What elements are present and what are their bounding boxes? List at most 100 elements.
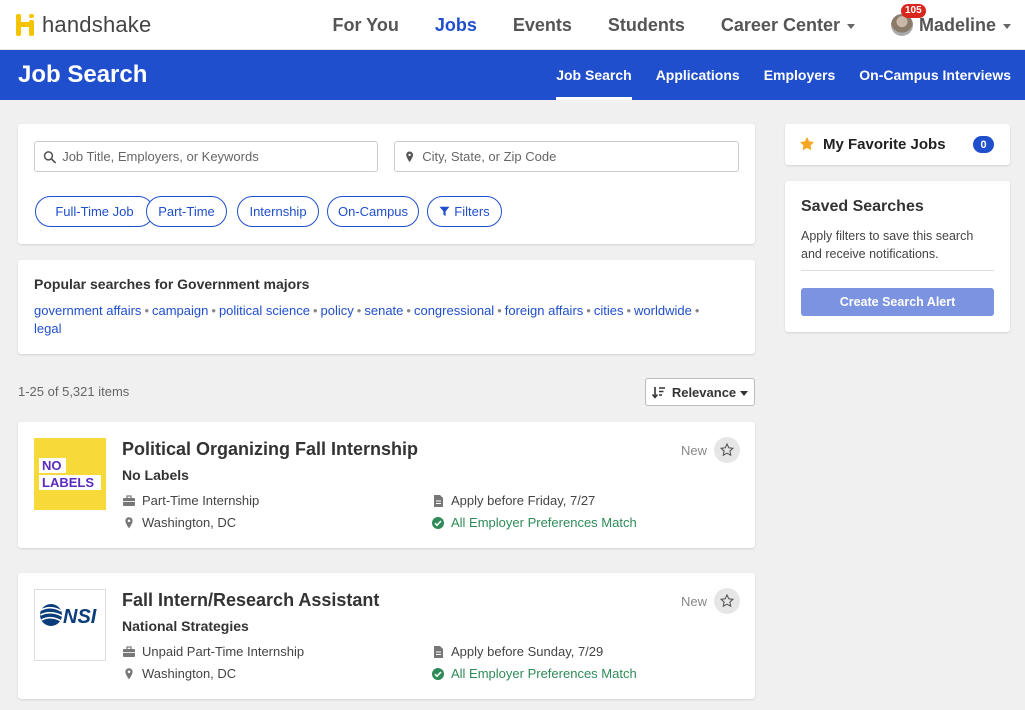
favorite-button[interactable] <box>714 588 740 614</box>
handshake-logo[interactable]: handshake <box>16 12 151 38</box>
check-circle-icon <box>432 516 444 529</box>
document-icon <box>434 645 443 658</box>
user-name: Madeline <box>918 14 996 35</box>
saved-searches-description: Apply filters to save this search and re… <box>801 229 974 261</box>
job-type: Part-Time Internship <box>122 493 259 508</box>
nav-for-you[interactable]: For You <box>333 15 399 36</box>
sort-dropdown[interactable]: Relevance <box>645 378 755 406</box>
job-type-text: Unpaid Part-Time Internship <box>142 644 305 659</box>
nav-jobs[interactable]: Jobs <box>435 15 477 36</box>
popular-search-link[interactable]: campaign <box>152 303 208 318</box>
tab-on-campus-interviews[interactable]: On-Campus Interviews <box>859 50 1011 100</box>
avatar: 105 <box>890 4 926 36</box>
briefcase-icon <box>123 645 135 657</box>
notification-badge[interactable]: 105 <box>900 4 926 18</box>
popular-search-link[interactable]: cities <box>594 303 624 318</box>
keywords-input[interactable] <box>62 149 377 164</box>
job-deadline-text: Apply before Sunday, 7/29 <box>451 644 604 659</box>
favorite-button[interactable] <box>714 437 740 463</box>
location-field[interactable] <box>394 141 739 172</box>
job-card[interactable]: NO LABELS Political Organizing Fall Inte… <box>18 422 755 548</box>
no-labels-logo-icon: NO LABELS <box>39 458 101 490</box>
job-card[interactable]: NSI Fall Intern/Research Assistant Natio… <box>18 573 755 699</box>
nav-career-center[interactable]: Career Center <box>721 15 855 36</box>
employer-logo-no-labels[interactable]: NO LABELS <box>34 438 106 510</box>
brand-name: handshake <box>42 12 152 37</box>
filter-internship[interactable]: Internship <box>237 196 319 227</box>
filter-full-time-job[interactable]: Full-Time Job <box>35 196 154 227</box>
document-icon <box>434 494 443 507</box>
user-menu[interactable]: 105 Madeline <box>890 4 1011 36</box>
job-match-text: All Employer Preferences Match <box>451 666 637 681</box>
employer-name: No Labels <box>122 467 189 483</box>
favorite-jobs-title: My Favorite Jobs <box>823 136 946 153</box>
popular-search-link[interactable]: policy <box>321 303 354 318</box>
keywords-field[interactable] <box>34 141 378 172</box>
page-title: Job Search <box>18 61 148 88</box>
saved-searches-card: Saved Searches Apply filters to save thi… <box>785 181 1010 332</box>
check-circle-icon <box>432 667 444 680</box>
location-pin-icon <box>125 516 133 528</box>
nsi-logo-icon: NSI <box>40 604 97 628</box>
job-location-text: Washington, DC <box>142 666 237 681</box>
search-icon <box>43 150 56 163</box>
job-title[interactable]: Political Organizing Fall Internship <box>122 439 418 460</box>
popular-search-link[interactable]: political science <box>219 303 310 318</box>
star-outline-icon <box>720 594 734 608</box>
employer-name: National Strategies <box>122 618 249 634</box>
star-icon <box>800 136 814 151</box>
job-location-text: Washington, DC <box>142 515 237 530</box>
job-match: All Employer Preferences Match <box>431 666 637 681</box>
popular-search-link[interactable]: government affairs <box>34 303 141 318</box>
nav-events[interactable]: Events <box>513 15 572 36</box>
popular-searches-card: Popular searches for Government majors g… <box>18 260 755 354</box>
job-location: Washington, DC <box>122 666 236 681</box>
svg-text:NO: NO <box>42 458 62 473</box>
create-search-alert-button[interactable]: Create Search Alert <box>801 288 994 316</box>
popular-search-link[interactable]: senate <box>364 303 403 318</box>
popular-search-link[interactable]: legal <box>34 321 61 336</box>
job-search-header: Job Search Job Search Applications Emplo… <box>0 50 1025 100</box>
nav-career-center-label: Career Center <box>720 14 840 35</box>
svg-text:NSI: NSI <box>63 606 97 628</box>
search-card: Full-Time Job Part-Time Internship On-Ca… <box>18 124 755 244</box>
filter-on-campus[interactable]: On-Campus <box>327 196 419 227</box>
chevron-down-icon <box>740 390 749 396</box>
chevron-down-icon <box>846 23 855 29</box>
job-deadline-text: Apply before Friday, 7/27 <box>451 493 596 508</box>
location-pin-icon <box>406 151 413 162</box>
job-title[interactable]: Fall Intern/Research Assistant <box>122 590 379 611</box>
employer-logo-nsi[interactable]: NSI <box>34 589 106 661</box>
saved-searches-title: Saved Searches <box>801 198 924 215</box>
popular-searches-list: government affairs • campaign • political sc… <box>34 303 700 336</box>
tab-applications[interactable]: Applications <box>656 50 740 100</box>
my-favorite-jobs-card[interactable]: My Favorite Jobs 0 <box>785 124 1010 165</box>
tab-job-search[interactable]: Job Search <box>556 50 633 100</box>
handshake-logo-icon <box>16 14 36 36</box>
job-deadline: Apply before Friday, 7/27 <box>431 493 595 508</box>
popular-search-link[interactable]: congressional <box>414 303 494 318</box>
popular-search-link[interactable]: worldwide <box>634 303 692 318</box>
filter-part-time[interactable]: Part-Time <box>146 196 227 227</box>
briefcase-icon <box>123 494 135 506</box>
star-outline-icon <box>720 443 734 457</box>
job-location: Washington, DC <box>122 515 236 530</box>
nav-students[interactable]: Students <box>608 15 685 36</box>
job-deadline: Apply before Sunday, 7/29 <box>431 644 603 659</box>
job-type-text: Part-Time Internship <box>142 493 260 508</box>
location-input[interactable] <box>422 149 738 164</box>
job-type: Unpaid Part-Time Internship <box>122 644 304 659</box>
new-badge: New <box>681 594 708 609</box>
favorite-count-badge: 0 <box>973 136 994 153</box>
filters-button-label: Filters <box>454 204 490 219</box>
filters-button[interactable]: Filters <box>427 196 502 227</box>
new-badge: New <box>681 443 708 458</box>
tab-employers[interactable]: Employers <box>764 50 836 100</box>
top-navbar: handshake For You Jobs Events Students C… <box>0 0 1025 50</box>
popular-search-link[interactable]: foreign affairs <box>505 303 584 318</box>
svg-text:LABELS: LABELS <box>42 475 94 490</box>
divider <box>801 270 994 271</box>
funnel-icon <box>439 206 450 216</box>
popular-searches-title: Popular searches for Government majors <box>34 276 310 292</box>
sort-label: Relevance <box>671 384 737 400</box>
